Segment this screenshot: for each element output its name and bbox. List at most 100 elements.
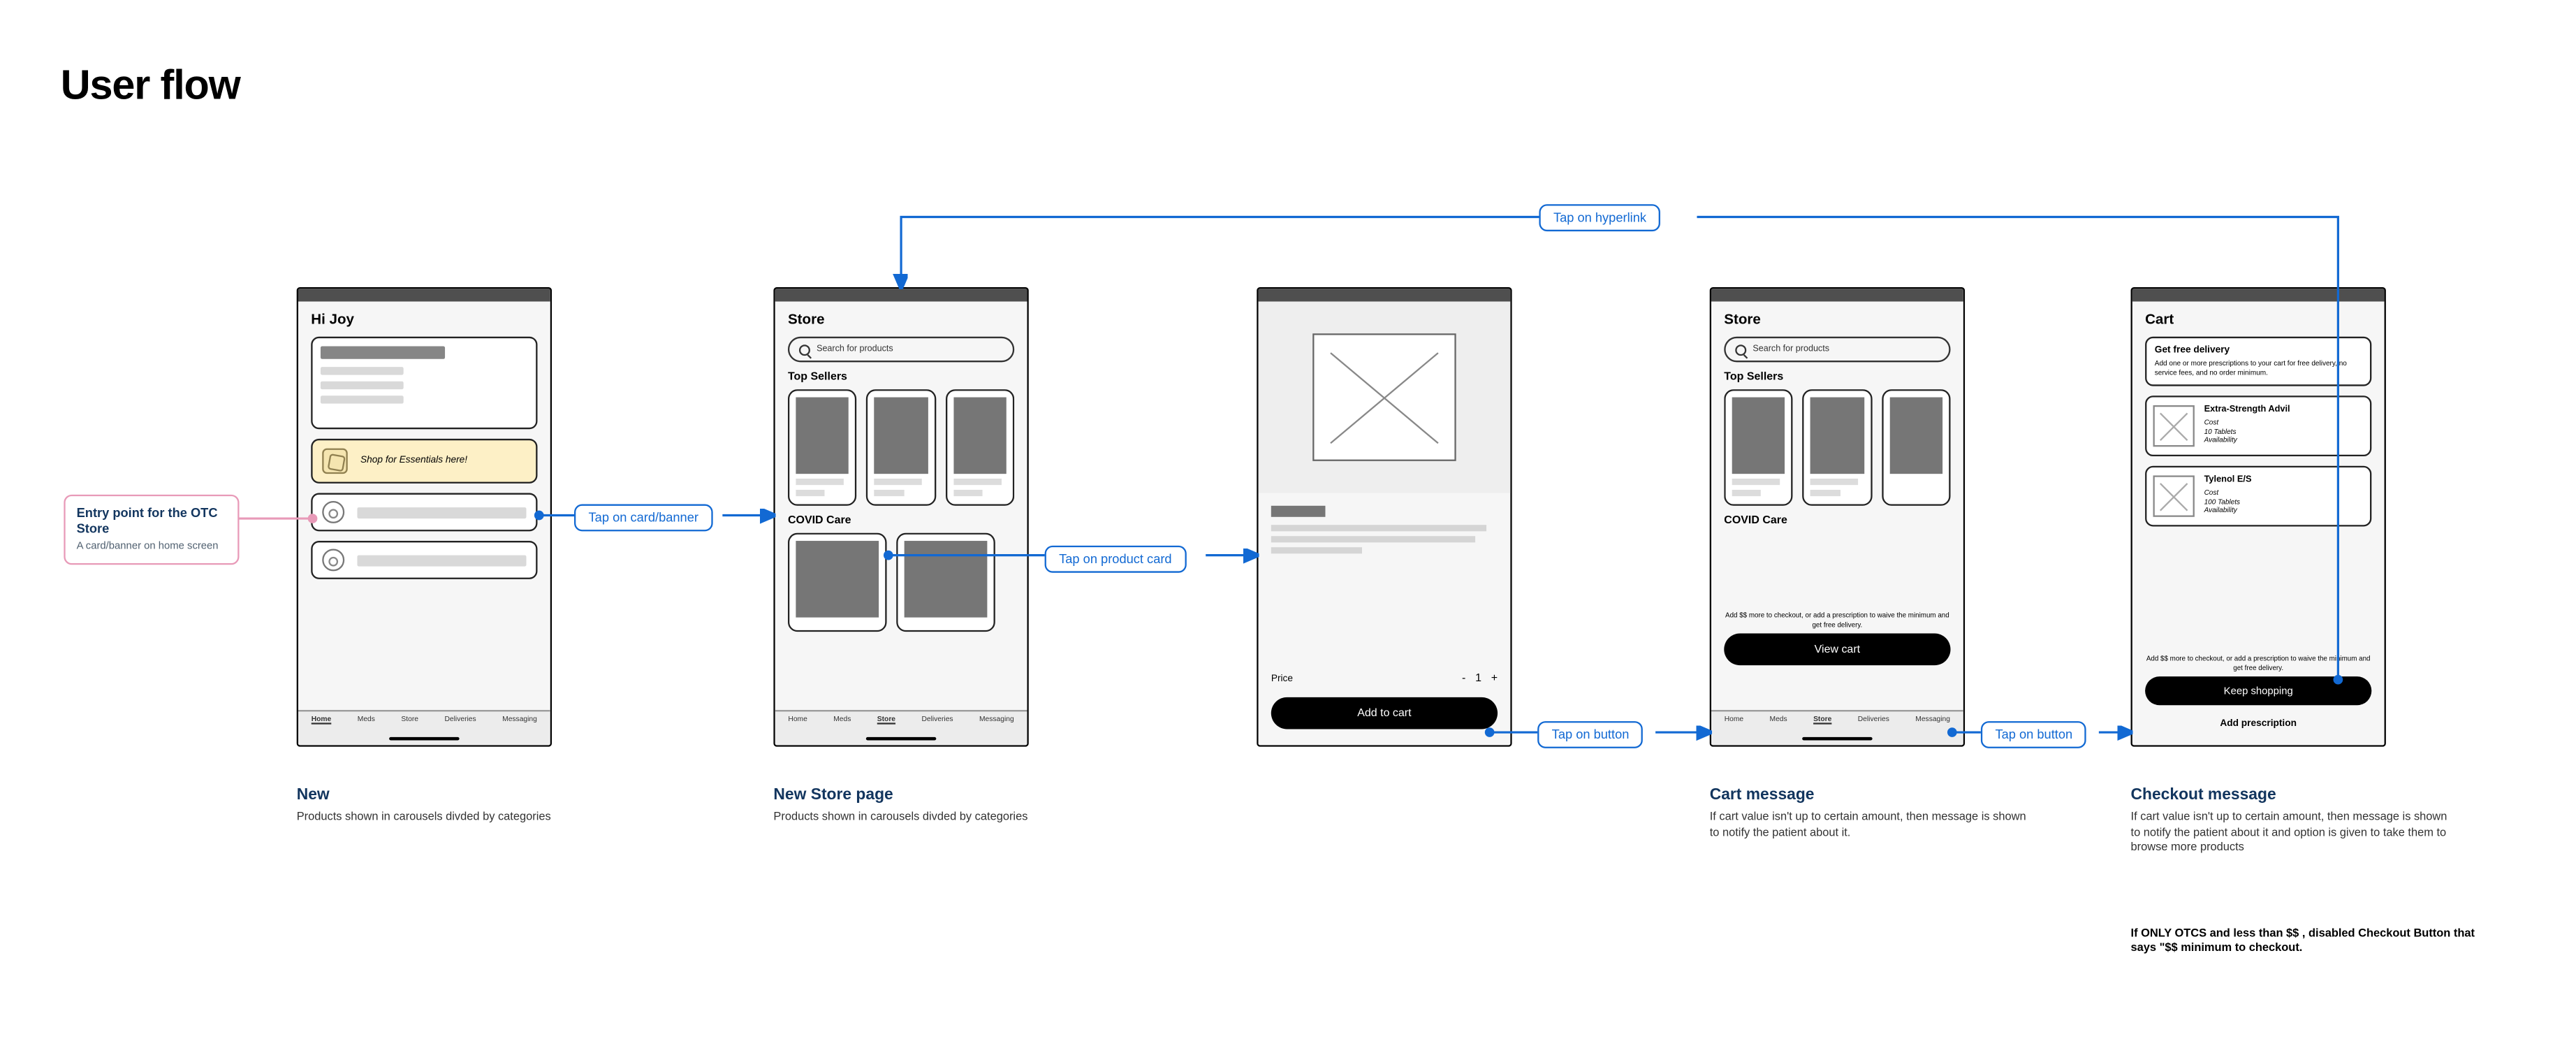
item-name: Tylenol E/S — [2204, 475, 2252, 485]
nav-deliveries[interactable]: Deliveries — [921, 715, 953, 722]
caption-title: Cart message — [1710, 787, 2029, 804]
product-name-placeholder — [1271, 506, 1326, 517]
status-bar — [1259, 289, 1511, 301]
qty-minus[interactable]: - — [1462, 674, 1465, 685]
hero-card[interactable] — [311, 337, 537, 429]
nav-messaging[interactable]: Messaging — [979, 715, 1014, 722]
search-input[interactable]: Search for products — [1724, 337, 1950, 363]
keep-shopping-button[interactable]: Keep shopping — [2145, 676, 2371, 705]
item-name: Extra-Strength Advil — [2204, 405, 2290, 415]
nav-home[interactable]: Home — [1725, 715, 1743, 722]
store-entry-banner[interactable]: Shop for Essentials here! — [311, 439, 537, 484]
caption-screen-2: New Store page Products shown in carouse… — [773, 787, 1092, 825]
flow-tap-product-card: Tap on product card — [1045, 546, 1187, 573]
promo-desc: Add one or more prescriptions to your ca… — [2155, 359, 2362, 377]
item-thumb — [2153, 405, 2195, 446]
search-icon — [1735, 344, 1746, 355]
cart-title: Cart — [2145, 311, 2371, 327]
caption-title: New Store page — [773, 787, 1092, 804]
nav-home[interactable]: Home — [788, 715, 807, 722]
page-title: User flow — [61, 61, 240, 110]
home-indicator — [1802, 736, 1872, 741]
status-bar — [2132, 289, 2385, 301]
item-field: Cost — [2204, 488, 2252, 498]
qty-value: 1 — [1475, 674, 1481, 685]
item-field: 10 Tablets — [2204, 427, 2290, 436]
price-label: Price — [1271, 674, 1293, 684]
product-card[interactable] — [896, 533, 995, 632]
footnote: If ONLY OTCS and less than $$ , disabled… — [2131, 925, 2482, 955]
product-card[interactable] — [1803, 389, 1872, 506]
item-field: Availability — [2204, 436, 2290, 445]
caption-screen-5: Checkout message If cart value isn't up … — [2131, 787, 2450, 856]
item-field: Availability — [2204, 507, 2252, 516]
caption-screen-1: New Products shown in carousels divded b… — [297, 787, 616, 825]
cart-promo-text: Add $$ more to checkout, or add a prescr… — [1724, 611, 1950, 628]
nav-store[interactable]: Store — [401, 715, 418, 722]
add-prescription-link[interactable]: Add prescription — [2145, 713, 2371, 736]
caption-desc: Products shown in carousels divded by ca… — [773, 809, 1092, 825]
nav-deliveries[interactable]: Deliveries — [445, 715, 476, 722]
quantity-stepper[interactable]: - 1 + — [1462, 674, 1498, 685]
screen-store-cart-msg: Store Search for products Top Sellers CO… — [1710, 287, 1965, 747]
flow-tap-button-1: Tap on button — [1537, 721, 1644, 748]
nav-meds[interactable]: Meds — [358, 715, 375, 722]
item-thumb — [2153, 475, 2195, 516]
section-top-sellers: Top Sellers — [1724, 372, 1950, 383]
nav-deliveries[interactable]: Deliveries — [1858, 715, 1889, 722]
nav-store[interactable]: Store — [1813, 715, 1831, 722]
checkout-promo-text: Add $$ more to checkout, or add a prescr… — [2145, 655, 2371, 671]
nav-meds[interactable]: Meds — [833, 715, 851, 722]
free-delivery-card: Get free delivery Add one or more prescr… — [2145, 337, 2371, 386]
status-bar — [775, 289, 1027, 301]
annotation-title: Entry point for the OTC Store — [77, 506, 227, 537]
status-bar — [298, 289, 550, 301]
status-bar — [1711, 289, 1963, 301]
screen-home: Hi Joy Shop for Essentials here! Home Me… — [297, 287, 552, 747]
bag-icon — [322, 449, 348, 474]
nav-messaging[interactable]: Messaging — [1915, 715, 1950, 722]
home-indicator — [389, 736, 459, 741]
search-placeholder: Search for products — [817, 344, 893, 354]
nav-meds[interactable]: Meds — [1770, 715, 1787, 722]
qty-plus[interactable]: + — [1491, 674, 1498, 685]
store-title: Store — [788, 311, 1014, 327]
home-greeting: Hi Joy — [311, 311, 537, 327]
search-icon — [799, 344, 810, 355]
item-field: Cost — [2204, 418, 2290, 427]
screen-product-detail: Price - 1 + Add to cart — [1257, 287, 1512, 747]
nav-messaging[interactable]: Messaging — [502, 715, 537, 722]
screen-store: Store Search for products Top Sellers CO… — [773, 287, 1028, 747]
caption-desc: If cart value isn't up to certain amount… — [2131, 809, 2450, 856]
list-item[interactable] — [311, 541, 537, 579]
product-image — [1259, 302, 1511, 493]
product-card[interactable] — [1882, 389, 1951, 506]
promo-title: Get free delivery — [2155, 346, 2362, 356]
nav-store[interactable]: Store — [877, 715, 895, 722]
avatar-icon — [322, 501, 344, 523]
search-input[interactable]: Search for products — [788, 337, 1014, 363]
list-item[interactable] — [311, 493, 537, 532]
search-placeholder: Search for products — [1752, 344, 1829, 354]
product-card[interactable] — [788, 389, 857, 506]
caption-screen-4: Cart message If cart value isn't up to c… — [1710, 787, 2029, 840]
banner-text: Shop for Essentials here! — [360, 456, 467, 466]
screen-cart: Cart Get free delivery Add one or more p… — [2131, 287, 2386, 747]
section-top-sellers: Top Sellers — [788, 372, 1014, 383]
product-card[interactable] — [867, 389, 936, 506]
cart-item[interactable]: Extra-Strength Advil Cost 10 Tablets Ava… — [2145, 395, 2371, 456]
flow-tap-button-2: Tap on button — [1981, 721, 2087, 748]
store-title: Store — [1724, 311, 1950, 327]
product-card[interactable] — [1724, 389, 1793, 506]
nav-home[interactable]: Home — [312, 715, 332, 722]
avatar-icon — [322, 549, 344, 571]
annotation-desc: A card/banner on home screen — [77, 541, 227, 554]
cart-item[interactable]: Tylenol E/S Cost 100 Tablets Availabilit… — [2145, 466, 2371, 527]
section-covid-care: COVID Care — [1724, 516, 1950, 527]
view-cart-button[interactable]: View cart — [1724, 633, 1950, 665]
flow-tap-card-banner: Tap on card/banner — [574, 504, 713, 532]
price-row: Price - 1 + — [1271, 674, 1498, 685]
product-card[interactable] — [788, 533, 887, 632]
add-to-cart-button[interactable]: Add to cart — [1271, 697, 1498, 729]
product-card[interactable] — [945, 389, 1014, 506]
